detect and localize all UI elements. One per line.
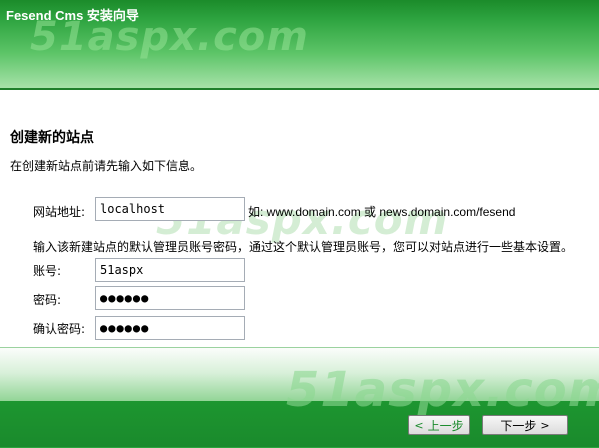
- next-button-label: 下一步: [500, 418, 537, 433]
- app-title: Fesend Cms 安装向导: [6, 8, 139, 23]
- section-title: 创建新的站点: [10, 130, 94, 146]
- account-label: 账号:: [33, 264, 62, 278]
- password-label: 密码:: [33, 293, 62, 307]
- next-button[interactable]: 下一步 >: [482, 415, 568, 435]
- header-banner: Fesend Cms 安装向导 51aspx.com: [0, 0, 599, 90]
- previous-button[interactable]: < 上一步: [408, 415, 470, 435]
- site-url-input[interactable]: [95, 197, 245, 221]
- admin-intro: 输入该新建站点的默认管理员账号密码，通过这个默认管理员账号，您可以对站点进行一些…: [33, 240, 574, 254]
- chevron-right-icon: >: [540, 418, 550, 432]
- account-input[interactable]: [95, 258, 245, 282]
- previous-button-label: 上一步: [427, 418, 464, 433]
- site-url-hint: 如: www.domain.com 或 news.domain.com/fese…: [248, 205, 516, 219]
- confirm-password-input[interactable]: [95, 316, 245, 340]
- password-input[interactable]: [95, 286, 245, 310]
- chevron-left-icon: <: [414, 418, 424, 432]
- site-url-label: 网站地址:: [33, 205, 86, 219]
- confirm-password-label: 确认密码:: [33, 322, 86, 336]
- section-intro: 在创建新站点前请先输入如下信息。: [10, 159, 203, 173]
